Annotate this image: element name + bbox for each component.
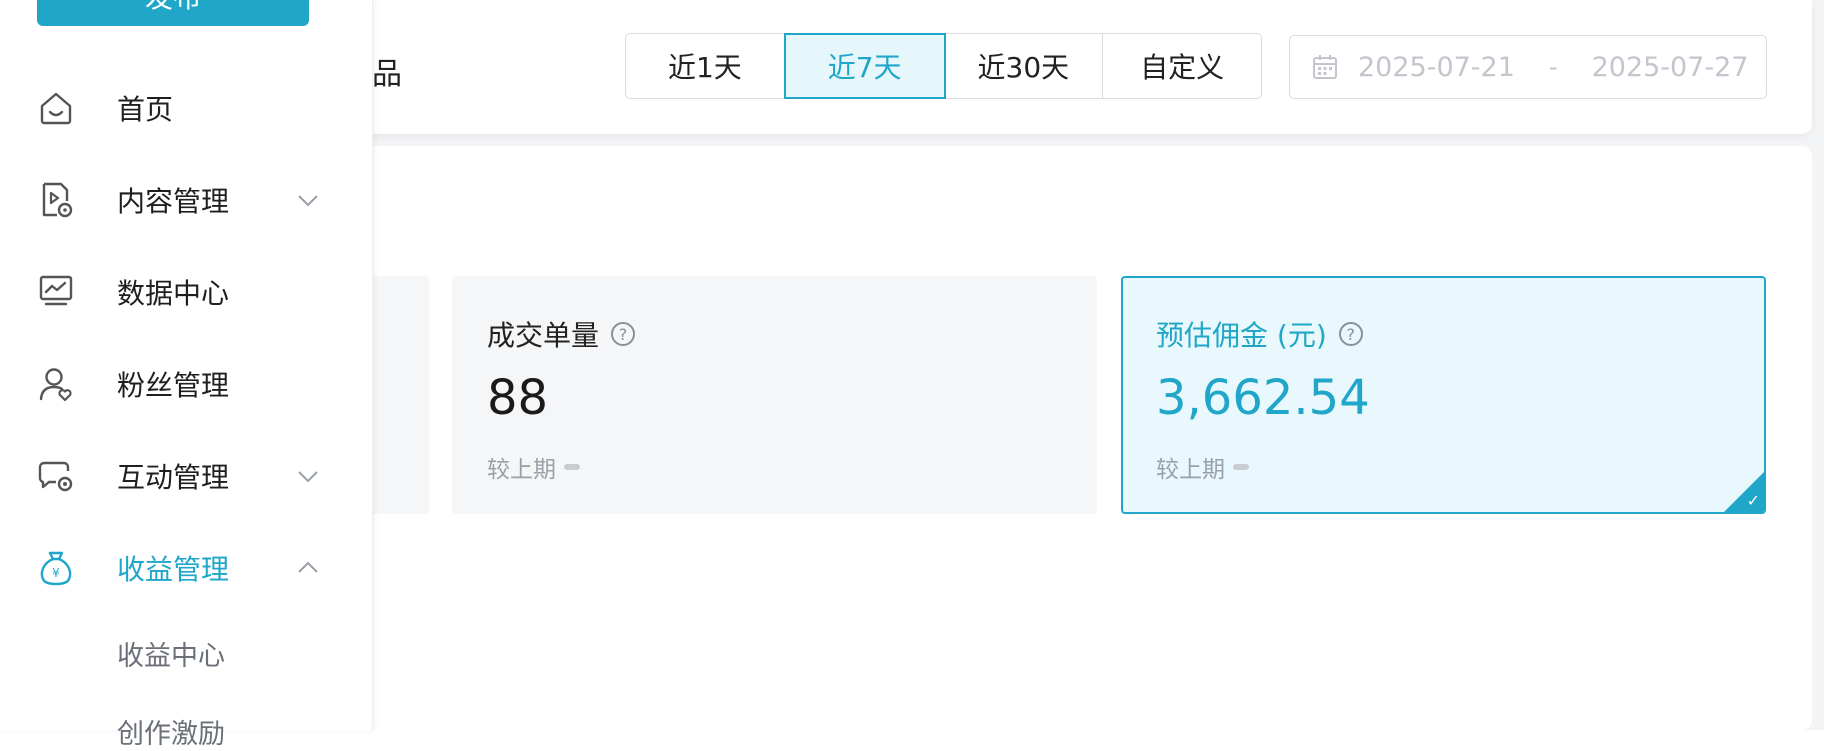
user-heart-icon — [39, 368, 72, 402]
commission-value: 3,662.54 — [1156, 370, 1370, 426]
sidebar-item-label: 数据中心 — [117, 277, 230, 310]
no-change-indicator — [1233, 464, 1249, 470]
sidebar-subitem-creator-incentive[interactable]: 创作激励 — [117, 712, 225, 751]
sidebar-item-label: 收益管理 — [117, 553, 230, 586]
sidebar-item-label: 内容管理 — [117, 185, 230, 218]
sidebar-item-interaction[interactable]: 互动管理 — [0, 446, 372, 506]
date-end[interactable]: 2025-07-27 — [1592, 52, 1749, 83]
orders-compare-label: 较上期 — [487, 457, 556, 483]
chevron-up-icon — [298, 561, 318, 573]
chart-monitor-icon — [39, 275, 73, 306]
range-30-days[interactable]: 近30天 — [945, 34, 1104, 98]
publish-button[interactable]: 发布 — [37, 0, 309, 26]
orders-label-row: 成交单量 ? — [487, 314, 636, 354]
money-bag-icon: ¥ — [40, 551, 72, 586]
chevron-down-icon — [298, 471, 318, 483]
range-7-days[interactable]: 近7天 — [783, 33, 946, 99]
range-1-day[interactable]: 近1天 — [626, 34, 785, 98]
chevron-down-icon — [298, 195, 318, 207]
date-range-picker[interactable]: 2025-07-21 - 2025-07-27 — [1289, 35, 1767, 99]
chat-gear-icon — [38, 461, 73, 492]
commission-label-row: 预估佣金 (元) ? — [1156, 314, 1363, 354]
orders-label: 成交单量 — [487, 319, 600, 352]
stat-card-orders[interactable]: 成交单量 ? 88 较上期 — [452, 276, 1097, 514]
sidebar-item-label: 首页 — [117, 93, 174, 126]
sidebar-item-home[interactable]: 首页 — [0, 78, 372, 138]
commission-label: 预估佣金 (元) — [1156, 319, 1327, 352]
sidebar-subitem-earnings-center[interactable]: 收益中心 — [117, 634, 225, 673]
svg-text:¥: ¥ — [52, 566, 60, 580]
help-icon[interactable]: ? — [1338, 322, 1363, 346]
time-range-selector: 近1天 近7天 近30天 自定义 — [625, 33, 1262, 99]
date-separator: - — [1548, 53, 1558, 81]
sidebar-item-fans[interactable]: 粉丝管理 — [0, 354, 372, 414]
checkmark-icon: ✓ — [1746, 491, 1760, 510]
stat-card-commission[interactable]: 预估佣金 (元) ? 3,662.54 较上期 ✓ — [1121, 276, 1766, 514]
range-custom[interactable]: 自定义 — [1103, 34, 1261, 98]
commission-compare-label: 较上期 — [1156, 457, 1225, 483]
sidebar-item-label: 粉丝管理 — [117, 369, 230, 402]
sidebar-item-data-center[interactable]: 数据中心 — [0, 262, 372, 322]
sidebar-item-earnings[interactable]: ¥ 收益管理 — [0, 538, 372, 598]
commission-compare: 较上期 — [1156, 450, 1249, 484]
orders-value: 88 — [487, 370, 549, 426]
help-icon[interactable]: ? — [611, 322, 636, 346]
sidebar: 发布 首页 内容管理 数据中心 — [0, 0, 373, 750]
no-change-indicator — [564, 464, 580, 470]
sidebar-item-label: 互动管理 — [117, 461, 230, 494]
calendar-icon — [1313, 55, 1337, 79]
content-icon — [42, 182, 73, 218]
sidebar-item-content[interactable]: 内容管理 — [0, 170, 372, 230]
home-icon — [40, 92, 72, 125]
orders-compare: 较上期 — [487, 450, 580, 484]
date-start[interactable]: 2025-07-21 — [1358, 52, 1515, 83]
